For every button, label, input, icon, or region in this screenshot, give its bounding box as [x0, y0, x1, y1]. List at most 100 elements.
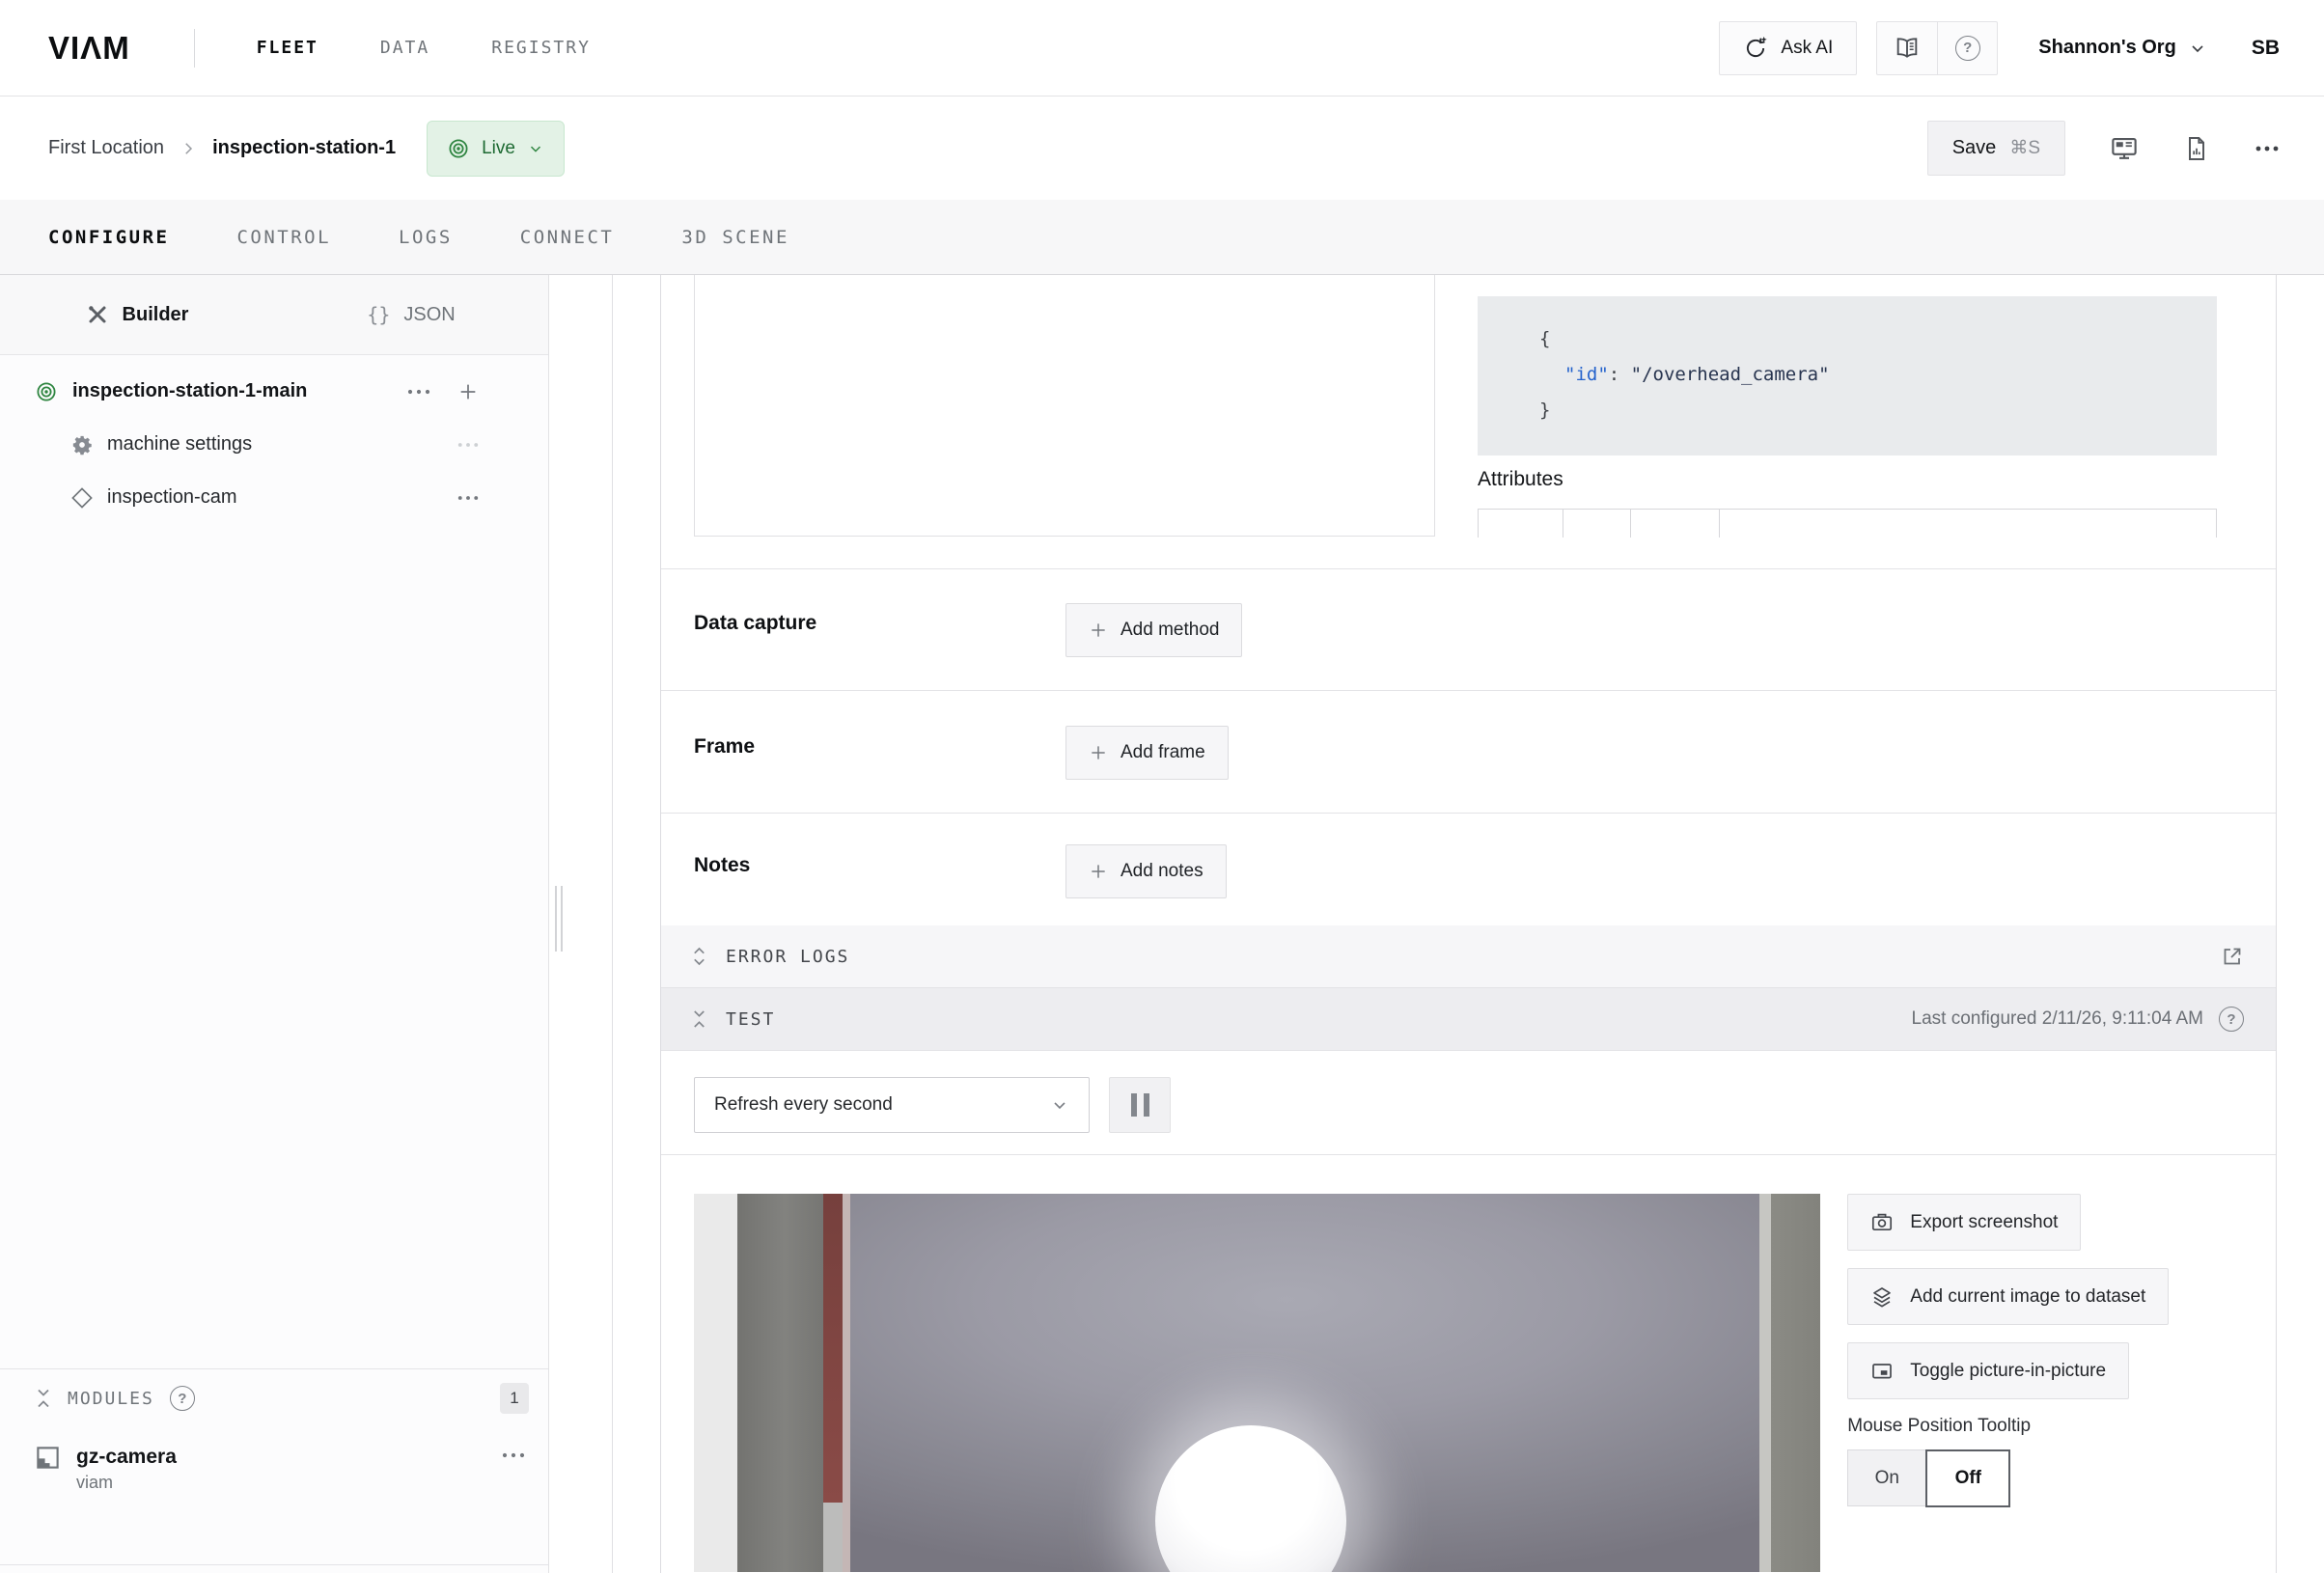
test-bar[interactable]: TEST Last configured 2/11/26, 9:11:04 AM…: [661, 988, 2276, 1051]
tree-row-main-part[interactable]: inspection-station-1-main: [0, 365, 548, 418]
help-button[interactable]: ?: [1937, 22, 1997, 74]
tab-connect[interactable]: CONNECT: [520, 227, 615, 248]
pause-refresh-button[interactable]: [1109, 1077, 1171, 1133]
more-options-icon[interactable]: [502, 1452, 525, 1458]
org-switcher[interactable]: Shannon's Org: [2038, 37, 2207, 59]
builder-label: Builder: [123, 304, 189, 326]
attributes-table-cell: [1479, 510, 1563, 538]
camera-scene-edge-right: [1759, 1194, 1771, 1572]
add-frame-button[interactable]: Add frame: [1065, 726, 1229, 780]
mouse-tooltip-toggle: On Off: [1847, 1449, 2276, 1507]
avatar[interactable]: SB: [2252, 37, 2280, 60]
nav-divider: [194, 29, 195, 68]
collapse-icon: [35, 1387, 52, 1410]
toggle-pip-label: Toggle picture-in-picture: [1910, 1361, 2106, 1382]
last-configured-text: Last configured 2/11/26, 9:11:04 AM: [1912, 1008, 2203, 1030]
content-left-border: [612, 275, 613, 1573]
tooltip-off-button[interactable]: Off: [1925, 1449, 2010, 1507]
config-sidebar: Builder {} JSON inspection-station-1-mai…: [0, 275, 549, 1573]
machine-part-tree: inspection-station-1-main machine settin…: [0, 365, 548, 524]
attributes-table-cell: [1631, 510, 1720, 538]
save-shortcut: ⌘S: [2009, 137, 2040, 159]
component-config-section: { "id": "/overhead_camera" } Attributes: [661, 275, 2276, 569]
inspection-cam-label: inspection-cam: [107, 486, 237, 509]
plus-icon: [1089, 621, 1108, 640]
docs-button[interactable]: [1877, 22, 1937, 74]
status-label: Live: [482, 138, 515, 159]
sidebar-resize-handle[interactable]: [555, 886, 564, 952]
module-row-gz-camera[interactable]: gz-camera viam: [0, 1445, 548, 1495]
frame-title: Frame: [694, 735, 755, 759]
primary-nav: FLEET DATA REGISTRY: [257, 38, 591, 58]
error-logs-title: ERROR LOGS: [726, 947, 849, 967]
attributes-table: [1478, 509, 2217, 538]
json-mode-button[interactable]: {} JSON: [274, 275, 548, 354]
mouse-tooltip-label: Mouse Position Tooltip: [1847, 1416, 2276, 1437]
add-component-icon[interactable]: [457, 381, 479, 402]
attributes-table-cell: [1563, 510, 1631, 538]
nav-item-registry[interactable]: REGISTRY: [491, 38, 591, 58]
code-line: {: [1539, 321, 2217, 357]
json-braces-icon: {}: [367, 303, 390, 326]
save-button[interactable]: Save ⌘S: [1927, 121, 2065, 176]
error-logs-bar[interactable]: ERROR LOGS: [661, 925, 2276, 988]
tab-logs[interactable]: LOGS: [399, 227, 453, 248]
machine-status-badge[interactable]: Live: [427, 121, 565, 177]
add-frame-label: Add frame: [1120, 742, 1205, 763]
add-image-to-dataset-label: Add current image to dataset: [1910, 1286, 2145, 1308]
export-screenshot-button[interactable]: Export screenshot: [1847, 1194, 2081, 1251]
machine-report-button[interactable]: [2183, 135, 2210, 162]
machine-tabs: CONFIGURE CONTROL LOGS CONNECT 3D SCENE: [0, 200, 2324, 275]
builder-json-toggle: Builder {} JSON: [0, 275, 548, 355]
modules-header[interactable]: MODULES ? 1: [0, 1383, 548, 1414]
nav-item-data[interactable]: DATA: [380, 38, 429, 58]
gear-icon: [71, 434, 93, 455]
add-notes-button[interactable]: Add notes: [1065, 844, 1227, 898]
tab-control[interactable]: CONTROL: [236, 227, 331, 248]
more-options-icon[interactable]: [457, 442, 479, 448]
data-capture-section: Data capture Add method: [661, 569, 2276, 691]
tree-row-machine-settings[interactable]: machine settings: [0, 418, 548, 471]
refresh-rate-select[interactable]: Refresh every second: [694, 1077, 1090, 1133]
example-attributes-code: { "id": "/overhead_camera" }: [1478, 296, 2217, 455]
broadcast-icon: [35, 380, 58, 403]
add-method-button[interactable]: Add method: [1065, 603, 1242, 657]
picture-in-picture-icon: [1870, 1360, 1894, 1383]
code-line: "id": "/overhead_camera": [1539, 357, 2217, 393]
add-image-to-dataset-button[interactable]: Add current image to dataset: [1847, 1268, 2169, 1325]
modules-help-icon[interactable]: ?: [170, 1386, 195, 1411]
tree-row-inspection-cam[interactable]: inspection-cam: [0, 471, 548, 524]
nav-item-fleet[interactable]: FLEET: [257, 38, 318, 58]
builder-mode-button[interactable]: Builder: [0, 275, 274, 354]
external-link-icon[interactable]: [2221, 945, 2244, 968]
more-options-icon[interactable]: [2255, 145, 2280, 152]
help-group: ?: [1876, 21, 1998, 75]
modules-count-badge: 1: [500, 1383, 529, 1414]
more-options-icon[interactable]: [407, 389, 430, 395]
tab-3d-scene[interactable]: 3D SCENE: [681, 227, 789, 248]
module-name: gz-camera: [76, 1445, 177, 1470]
camera-scene-pillar-right: [1771, 1194, 1820, 1572]
test-content: Refresh every second: [661, 1051, 2276, 1572]
builder-tools-icon: [86, 303, 109, 326]
attributes-title: Attributes: [1478, 468, 1563, 491]
viam-app: VIΛM FLEET DATA REGISTRY Ask AI ? Sha: [0, 0, 2324, 1573]
add-method-label: Add method: [1120, 620, 1219, 641]
org-name: Shannon's Org: [2038, 37, 2176, 59]
component-config-editor[interactable]: [694, 275, 1435, 537]
attributes-table-cell: [1720, 510, 2216, 538]
component-diamond-icon: [71, 487, 93, 509]
test-help-icon[interactable]: ?: [2219, 1007, 2244, 1032]
tooltip-on-button[interactable]: On: [1847, 1449, 1926, 1506]
ask-ai-button[interactable]: Ask AI: [1719, 21, 1857, 75]
toggle-pip-button[interactable]: Toggle picture-in-picture: [1847, 1342, 2129, 1399]
main-part-name: inspection-station-1-main: [72, 380, 307, 402]
more-options-icon[interactable]: [457, 495, 479, 501]
ask-ai-sparkle-icon: [1743, 36, 1768, 61]
breadcrumb-location[interactable]: First Location: [48, 137, 164, 159]
component-card: { "id": "/overhead_camera" } Attributes …: [660, 275, 2277, 1573]
modules-title: MODULES: [68, 1389, 154, 1409]
machine-page-button[interactable]: [2110, 134, 2139, 163]
tab-configure[interactable]: CONFIGURE: [48, 227, 169, 248]
notes-section: Notes Add notes: [661, 814, 2276, 925]
